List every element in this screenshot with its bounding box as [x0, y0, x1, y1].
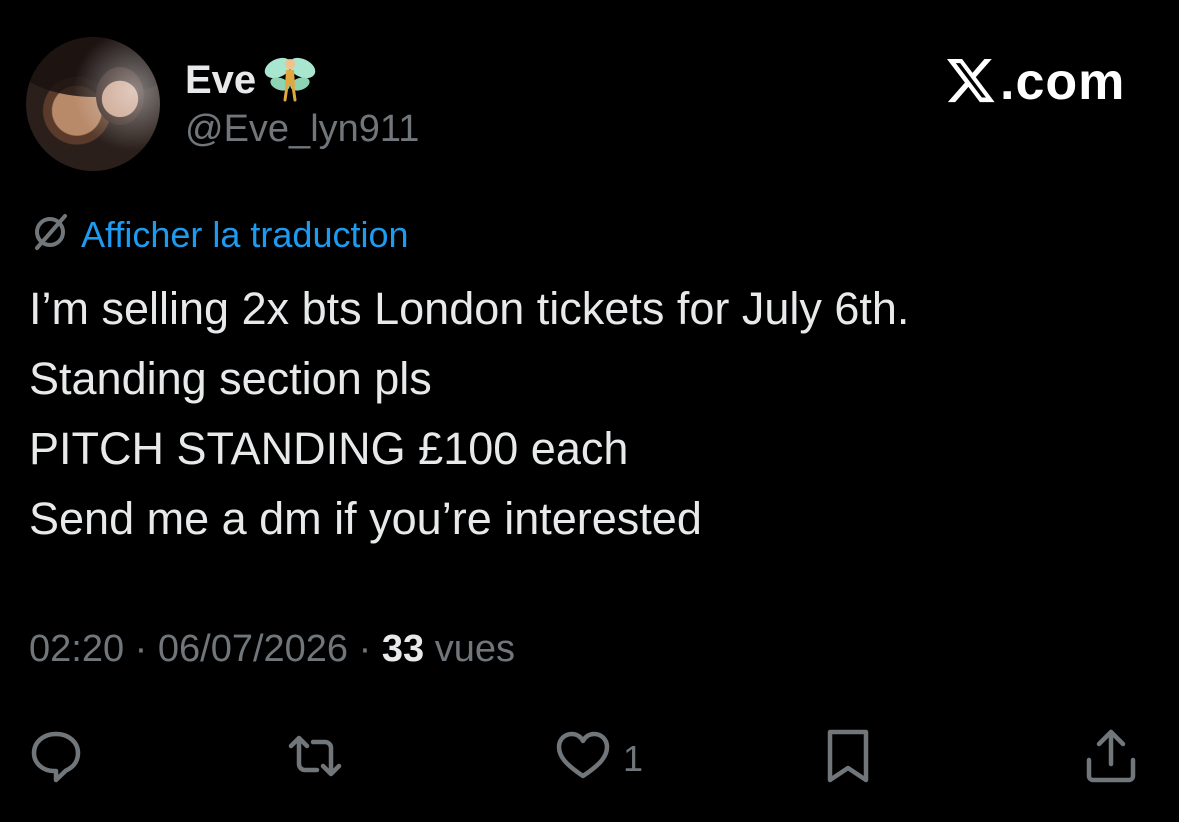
reply-button[interactable]	[26, 726, 86, 791]
tweet-line: PITCH STANDING £100 each	[29, 423, 629, 474]
tweet-line: Standing section pls	[29, 353, 432, 404]
translate-label[interactable]: Afficher la traduction	[81, 214, 409, 256]
tweet-date[interactable]: 06/07/2026	[158, 628, 348, 670]
views-label: vues	[434, 628, 515, 670]
meta-separator: ·	[358, 628, 372, 670]
translate-icon	[29, 212, 71, 257]
action-bar: 1	[0, 720, 1179, 790]
like-button[interactable]: 1	[553, 726, 643, 791]
tweet-line: I’m selling 2x bts London tickets for Ju…	[29, 283, 910, 334]
tweet-text: I’m selling 2x bts London tickets for Ju…	[29, 274, 909, 554]
fairy-emoji-icon	[262, 52, 318, 109]
heart-icon	[553, 726, 613, 791]
brand-logo: .com	[944, 52, 1125, 112]
retweet-button[interactable]	[285, 726, 345, 791]
translate-link[interactable]: Afficher la traduction	[29, 212, 409, 257]
bookmark-icon	[818, 726, 878, 791]
tweet-meta: 02:20 · 06/07/2026 · 33 vues	[29, 628, 515, 671]
retweet-icon	[285, 726, 345, 791]
like-count: 1	[623, 737, 644, 779]
reply-icon	[26, 726, 86, 791]
brand-site-text: .com	[1000, 53, 1126, 111]
x-logo-icon	[944, 54, 998, 111]
share-button[interactable]	[1081, 726, 1141, 791]
author-name[interactable]: Eve	[185, 58, 256, 103]
author-handle[interactable]: @Eve_lyn911	[185, 108, 419, 151]
meta-separator: ·	[134, 628, 148, 670]
tweet-time[interactable]: 02:20	[29, 628, 124, 670]
views-count: 33	[381, 628, 425, 670]
bookmark-button[interactable]	[818, 726, 878, 791]
tweet-line: Send me a dm if you’re interested	[29, 493, 702, 544]
share-icon	[1081, 726, 1141, 791]
author-name-row[interactable]: Eve	[185, 52, 318, 109]
author-avatar[interactable]	[26, 37, 160, 171]
